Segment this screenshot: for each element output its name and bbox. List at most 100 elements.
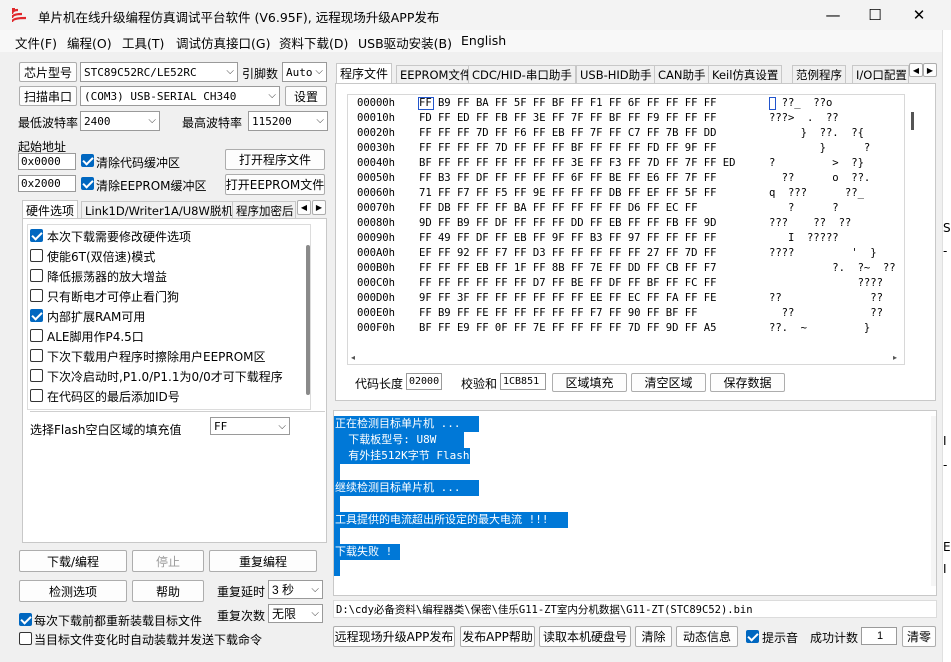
tab-io-config[interactable]: I/O口配置	[852, 65, 909, 84]
reload-label: 每次下载前都重新装载目标文件	[34, 614, 203, 628]
tab-serial-helper[interactable]: CDC/HID-串口助手	[468, 65, 576, 84]
max-baud-value: 115200	[252, 114, 292, 128]
download-button[interactable]: 下载/编程	[19, 550, 127, 572]
option-checkbox[interactable]	[30, 369, 43, 382]
menu-english[interactable]: English	[461, 33, 506, 48]
hex-addr: 00070h	[357, 202, 395, 214]
chip-type-select[interactable]: STC89C52RC/LE52RC ⌵	[80, 62, 238, 82]
clear-log-button[interactable]: 清除	[635, 626, 672, 647]
hex-row: 000E0h FF B9 FF FE FF FF FF FF FF F7 FF 9…	[357, 307, 897, 322]
max-baud-select[interactable]: 115200 ⌵	[248, 111, 328, 131]
port-select[interactable]: (COM3) USB-SERIAL CH340 ⌵	[80, 86, 280, 106]
log-line	[334, 528, 340, 544]
eeprom-address-input[interactable]: 0x2000	[18, 175, 76, 192]
dynamic-info-button[interactable]: 动态信息	[676, 626, 738, 647]
hex-ascii: ?. ?~ ??	[769, 262, 896, 274]
hex-ascii: ? ?	[769, 202, 839, 214]
checksum-value: 1CB851	[500, 373, 546, 390]
code-address-input[interactable]: 0x0000	[18, 153, 76, 170]
scroll-left-icon[interactable]: ◂	[351, 354, 355, 362]
option-checkbox[interactable]	[30, 249, 43, 262]
option-checkbox[interactable]	[30, 329, 43, 342]
min-baud-value: 2400	[84, 114, 111, 128]
close-button[interactable]: ✕	[896, 0, 942, 30]
port-value: (COM3) USB-SERIAL CH340	[84, 89, 237, 103]
tab-scroll-left-icon[interactable]: ◀	[909, 63, 923, 77]
clear-code-checkbox[interactable]	[81, 154, 94, 167]
menu-debug[interactable]: 调试仿真接口(G)	[176, 33, 270, 52]
options-scrollbar[interactable]	[306, 245, 310, 395]
open-program-file-button[interactable]: 打开程序文件	[225, 149, 325, 170]
tab-can[interactable]: CAN助手	[654, 65, 710, 84]
option-label: 降低振荡器的放大增益	[47, 270, 168, 284]
tab-scroll-right-icon[interactable]: ▶	[923, 63, 937, 77]
tab-scroll-right-icon[interactable]: ▶	[312, 200, 326, 215]
tab-keil[interactable]: Keil仿真设置	[708, 65, 783, 84]
hex-addr: 00080h	[357, 217, 395, 229]
hex-row: 000D0h 9F FF 3F FF FF FF FF FF FF EE FF E…	[357, 292, 897, 307]
menu-tools[interactable]: 工具(T)	[122, 33, 164, 52]
option-label: 使能6T(双倍速)模式	[47, 250, 156, 264]
tab-hardware-options[interactable]: 硬件选项	[22, 200, 79, 220]
option-checkbox[interactable]	[30, 349, 43, 362]
hex-bytes: FF 49 FF DF FF EB FF 9F FF B3 FF 97 FF F…	[419, 232, 717, 244]
scroll-right-icon[interactable]: ▸	[893, 354, 897, 362]
fill-value-select[interactable]: FF ⌵	[210, 417, 290, 435]
repeat-count-select[interactable]: 无限 ⌵	[268, 604, 323, 623]
file-path-field[interactable]: D:\cdy必备资料\编程器类\保密\佳乐G11-ZT室内分机数据\G11-ZT…	[333, 600, 937, 618]
hex-ascii: ???? ' }	[769, 247, 877, 259]
pin-count-label: 引脚数	[242, 67, 279, 81]
background-text: -	[943, 458, 948, 472]
settings-button[interactable]: 设置	[285, 86, 327, 106]
menu-program[interactable]: 编程(O)	[67, 33, 112, 52]
publish-app-button[interactable]: 远程现场升级APP发布	[333, 626, 455, 647]
reprogram-button[interactable]: 重复编程	[209, 550, 317, 572]
hex-bytes: FF FF FF 7D FF F6 FF EB FF 7F FF C7 FF 7…	[419, 127, 717, 139]
option-checkbox[interactable]	[30, 389, 43, 402]
tab-examples[interactable]: 范例程序	[792, 65, 846, 84]
clear-eeprom-checkbox[interactable]	[81, 177, 94, 190]
publish-help-button[interactable]: 发布APP帮助	[460, 626, 535, 647]
option-checkbox[interactable]	[30, 289, 43, 302]
option-checkbox[interactable]	[30, 269, 43, 282]
chevron-down-icon: ⌵	[311, 608, 319, 619]
option-checkbox[interactable]	[30, 309, 43, 322]
hex-addr: 00090h	[357, 232, 395, 244]
menu-file[interactable]: 文件(F)	[15, 33, 57, 52]
min-baud-select[interactable]: 2400 ⌵	[80, 111, 160, 131]
hex-row: 00030h FF FF FF FF 7D FF FF FF BF FF FF F…	[357, 142, 897, 157]
reset-count-button[interactable]: 清零	[902, 626, 936, 647]
tab-usb-hid[interactable]: USB-HID助手	[576, 65, 656, 84]
chip-type-button[interactable]: 芯片型号	[19, 62, 77, 82]
open-eeprom-file-button[interactable]: 打开EEPROM文件	[225, 174, 325, 195]
clear-area-button[interactable]: 清空区域	[631, 373, 706, 392]
area-fill-button[interactable]: 区域填充	[552, 373, 627, 392]
pin-count-select[interactable]: Auto ⌵	[282, 62, 327, 82]
minimize-button[interactable]: —	[810, 0, 856, 30]
chevron-down-icon: ⌵	[316, 115, 324, 126]
check-options-button[interactable]: 检测选项	[19, 580, 127, 602]
chevron-down-icon: ⌵	[278, 421, 286, 432]
tab-scroll-left-icon[interactable]: ◀	[297, 200, 311, 215]
hex-scrollbar[interactable]	[911, 112, 914, 130]
maximize-button[interactable]: ☐	[852, 0, 898, 30]
beep-checkbox[interactable]	[746, 630, 759, 643]
menu-download[interactable]: 资料下载(D)	[279, 33, 348, 52]
menu-usb-driver[interactable]: USB驱动安装(B)	[358, 33, 452, 52]
tab-program-file[interactable]: 程序文件	[336, 63, 393, 83]
scan-port-button[interactable]: 扫描串口	[19, 86, 77, 106]
hex-addr: 00030h	[357, 142, 395, 154]
log-scrollbar[interactable]	[931, 416, 936, 586]
option-checkbox[interactable]	[30, 229, 43, 242]
help-button[interactable]: 帮助	[132, 580, 204, 602]
hex-addr: 00010h	[357, 112, 395, 124]
reload-checkbox[interactable]	[19, 613, 32, 626]
save-data-button[interactable]: 保存数据	[710, 373, 785, 392]
read-disk-id-button[interactable]: 读取本机硬盘号	[539, 626, 631, 647]
repeat-delay-select[interactable]: 3 秒 ⌵	[268, 580, 323, 599]
hex-row: 000F0h BF FF E9 FF 0F FF 7E FF FF FF FF 7…	[357, 322, 897, 337]
auto-reload-checkbox[interactable]	[19, 632, 32, 645]
tab-eeprom-file[interactable]: EEPROM文件	[396, 65, 476, 84]
hex-bytes: EF FF 92 FF F7 FF D3 FF FF FF FF FF 27 F…	[419, 247, 717, 259]
stop-button[interactable]: 停止	[132, 550, 204, 572]
